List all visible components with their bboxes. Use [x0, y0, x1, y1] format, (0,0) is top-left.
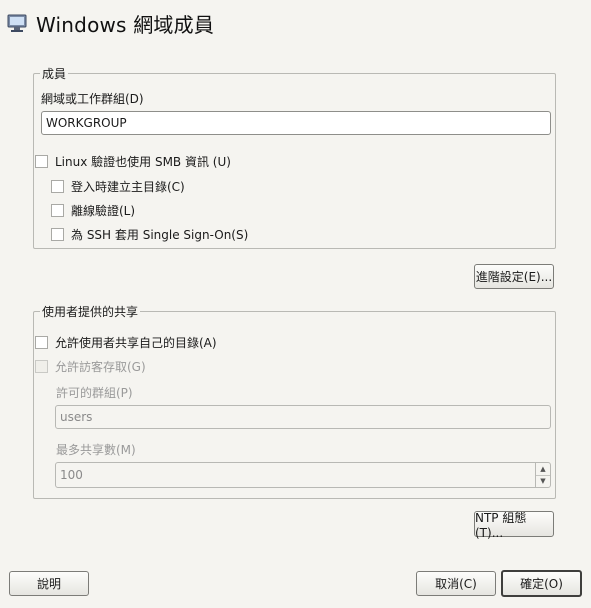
domain-input[interactable]: WORKGROUP — [41, 111, 551, 135]
offline-auth-checkbox[interactable] — [51, 204, 64, 217]
max-shares-spin-buttons[interactable]: ▲ ▼ — [535, 463, 550, 487]
allow-guest-checkbox-row[interactable]: 允許訪客存取(G) — [35, 358, 146, 375]
permitted-group-input[interactable]: users — [55, 405, 551, 429]
network-computer-icon — [7, 14, 27, 32]
create-home-checkbox[interactable] — [51, 180, 64, 193]
domain-label: 網域或工作群組(D) — [41, 92, 144, 106]
spin-down-icon[interactable]: ▼ — [536, 476, 550, 488]
spin-up-icon[interactable]: ▲ — [536, 463, 550, 476]
ok-button[interactable]: 確定(O) — [501, 570, 582, 597]
offline-auth-checkbox-row[interactable]: 離線驗證(L) — [51, 202, 135, 219]
permitted-group-value: users — [60, 410, 93, 424]
domain-input-value: WORKGROUP — [46, 116, 127, 130]
use-smb-label: Linux 驗證也使用 SMB 資訊 (U) — [55, 155, 231, 169]
create-home-checkbox-row[interactable]: 登入時建立主目錄(C) — [51, 178, 185, 195]
sso-checkbox-row[interactable]: 為 SSH 套用 Single Sign-On(S) — [51, 226, 248, 243]
allow-user-shares-label: 允許使用者共享自己的目錄(A) — [55, 336, 217, 350]
max-shares-value: 100 — [60, 468, 83, 482]
page-title: Windows 網域成員 — [36, 12, 215, 37]
allow-guest-label: 允許訪客存取(G) — [55, 360, 146, 374]
advanced-settings-button[interactable]: 進階設定(E)... — [474, 264, 554, 289]
permitted-group-label: 許可的群組(P) — [56, 386, 133, 400]
membership-legend: 成員 — [40, 65, 69, 82]
allow-user-shares-checkbox[interactable] — [35, 336, 48, 349]
create-home-label: 登入時建立主目錄(C) — [71, 180, 185, 194]
max-shares-spinbox[interactable]: 100 ▲ ▼ — [55, 462, 551, 488]
window-title-bar: Windows 網域成員 — [6, 6, 214, 40]
sso-label: 為 SSH 套用 Single Sign-On(S) — [71, 228, 249, 242]
user-shares-legend: 使用者提供的共享 — [40, 303, 141, 320]
use-smb-checkbox[interactable] — [35, 155, 48, 168]
use-smb-checkbox-row[interactable]: Linux 驗證也使用 SMB 資訊 (U) — [35, 153, 231, 170]
cancel-button[interactable]: 取消(C) — [416, 571, 496, 596]
offline-auth-label: 離線驗證(L) — [71, 204, 136, 218]
help-button[interactable]: 說明 — [9, 571, 89, 596]
sso-checkbox[interactable] — [51, 228, 64, 241]
allow-user-shares-checkbox-row[interactable]: 允許使用者共享自己的目錄(A) — [35, 334, 217, 351]
allow-guest-checkbox[interactable] — [35, 360, 48, 373]
ntp-config-button[interactable]: NTP 組態(T)... — [474, 511, 554, 540]
max-shares-label: 最多共享數(M) — [56, 443, 136, 457]
